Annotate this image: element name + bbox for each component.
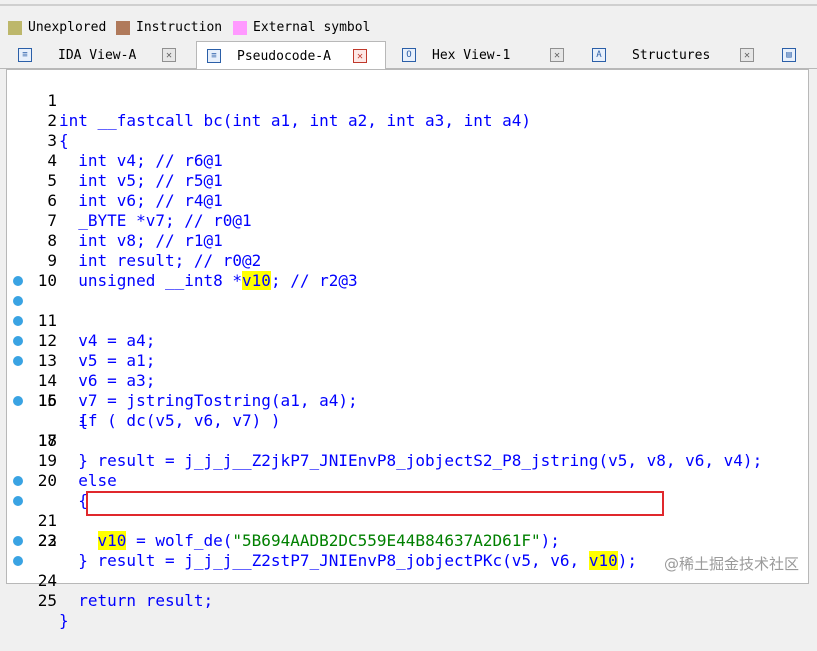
legend-item-instruction: Instruction bbox=[116, 20, 222, 35]
code-line[interactable]: 12 v5 = a1; bbox=[7, 291, 807, 370]
tab-pseudocode-a[interactable]: ≡ Pseudocode-A ✕ bbox=[196, 41, 386, 70]
top-divider bbox=[0, 4, 817, 6]
instruction-swatch bbox=[116, 20, 130, 35]
breakpoint-icon[interactable] bbox=[13, 536, 23, 546]
code-line[interactable]: 13 v6 = a3; bbox=[7, 311, 807, 390]
hex-view-icon: O bbox=[402, 48, 416, 62]
code-line[interactable]: 14 v7 = jstringTostring(a1, a4); bbox=[7, 331, 807, 410]
code-line[interactable]: 3 int v4; // r6@1 bbox=[7, 111, 807, 170]
code-line[interactable]: 9 unsigned __int8 *v10; // r2@3 bbox=[7, 231, 807, 290]
line-number: 25 bbox=[37, 591, 57, 610]
watermark: @稀土掘金技术社区 bbox=[663, 555, 799, 573]
tab-more[interactable]: ▤ bbox=[782, 42, 812, 68]
legend-label: Instruction bbox=[136, 20, 223, 35]
tab-bar: ≡ IDA View-A ✕ ≡ Pseudocode-A ✕ O Hex Vi… bbox=[0, 40, 817, 70]
code-line[interactable]: 18 } bbox=[7, 411, 807, 470]
tab-ida-view-a[interactable]: ≡ IDA View-A ✕ bbox=[8, 42, 188, 68]
code-line[interactable]: 8 int result; // r0@2 bbox=[7, 211, 807, 270]
code-text: } bbox=[59, 611, 69, 630]
legend-item-unexplored: Unexplored bbox=[8, 20, 106, 35]
close-icon[interactable]: ✕ bbox=[353, 49, 367, 63]
legend-bar: Unexplored Instruction External symbol bbox=[0, 0, 817, 40]
code-line[interactable]: 2 { bbox=[7, 91, 807, 150]
breakpoint-icon[interactable] bbox=[13, 556, 23, 566]
breakpoint-icon[interactable] bbox=[13, 316, 23, 326]
tab-label: Hex View-1 bbox=[432, 47, 511, 63]
pseudocode-icon: ≡ bbox=[207, 49, 221, 63]
external-symbol-swatch bbox=[233, 20, 247, 35]
breakpoint-icon[interactable] bbox=[13, 276, 23, 286]
code-line[interactable]: 5 int v6; // r4@1 bbox=[7, 151, 807, 210]
code-line[interactable]: 4 int v5; // r5@1 bbox=[7, 131, 807, 190]
code-line[interactable]: 11 v4 = a4; bbox=[7, 271, 807, 350]
breakpoint-icon[interactable] bbox=[13, 296, 23, 306]
tab-label: IDA View-A bbox=[58, 47, 137, 63]
close-icon[interactable]: ✕ bbox=[740, 48, 754, 62]
code-text: return result; bbox=[59, 591, 214, 610]
unexplored-swatch bbox=[8, 20, 22, 35]
code-line[interactable]: 19 else bbox=[7, 431, 807, 490]
code-line[interactable]: 7 int v8; // r1@1 bbox=[7, 191, 807, 250]
close-icon[interactable]: ✕ bbox=[550, 48, 564, 62]
legend-label: External symbol bbox=[253, 20, 371, 35]
legend-item-external-symbol: External symbol bbox=[233, 20, 370, 35]
code-line[interactable]: 20 { bbox=[7, 451, 807, 510]
breakpoint-icon[interactable] bbox=[13, 496, 23, 506]
code-line[interactable]: 6 _BYTE *v7; // r0@1 bbox=[7, 171, 807, 230]
tab-hex-view-1[interactable]: O Hex View-1 ✕ bbox=[392, 42, 570, 68]
code-line[interactable]: 10 bbox=[7, 251, 807, 290]
structures-icon: A bbox=[592, 48, 606, 62]
tab-label: Structures bbox=[632, 47, 711, 63]
code-line[interactable]: 1 int __fastcall bc(int a1, int a2, int … bbox=[7, 71, 807, 130]
more-tabs-icon: ▤ bbox=[782, 48, 796, 62]
breakpoint-icon[interactable] bbox=[13, 476, 23, 486]
tab-structures[interactable]: A Structures ✕ bbox=[582, 42, 762, 68]
breakpoint-icon[interactable] bbox=[13, 336, 23, 346]
breakpoint-icon[interactable] bbox=[13, 396, 23, 406]
ida-view-icon: ≡ bbox=[18, 48, 32, 62]
code-line[interactable]: 15 if ( dc(v5, v6, v7) ) bbox=[7, 351, 807, 430]
close-icon[interactable]: ✕ bbox=[162, 48, 176, 62]
code-line[interactable]: 17 result = j_j_j__Z2jkP7_JNIEnvP8_jobje… bbox=[7, 391, 807, 470]
code-line[interactable]: 24 return result; bbox=[7, 531, 807, 610]
legend-label: Unexplored bbox=[28, 20, 107, 35]
code-line[interactable]: 16 { bbox=[7, 371, 807, 430]
breakpoint-icon[interactable] bbox=[13, 356, 23, 366]
code-line[interactable]: 21 v10 = wolf_de("5B694AADB2DC559E44B846… bbox=[7, 471, 807, 550]
tab-label: Pseudocode-A bbox=[237, 48, 331, 64]
highlight-box bbox=[86, 491, 664, 516]
